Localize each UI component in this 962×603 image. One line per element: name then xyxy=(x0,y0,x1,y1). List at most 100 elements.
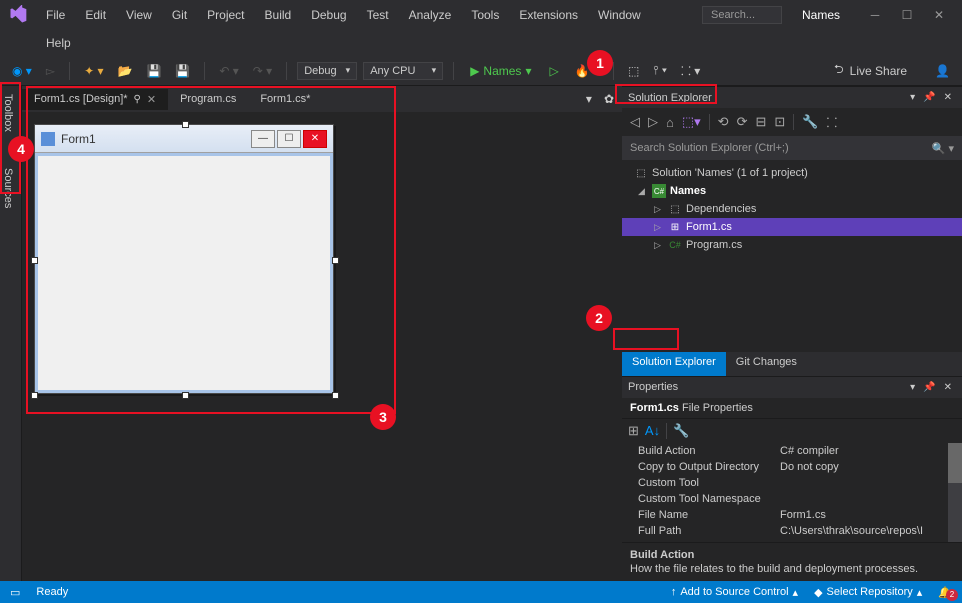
se-tab-git[interactable]: Git Changes xyxy=(726,352,807,376)
resize-handle[interactable] xyxy=(31,392,38,399)
minimize-button[interactable]: ─ xyxy=(860,5,890,25)
start-nodebug-button[interactable]: ▷ xyxy=(543,62,564,80)
save-button[interactable]: 💾 xyxy=(142,62,165,80)
config-dropdown[interactable]: Debug xyxy=(297,62,357,80)
doc-tab-program[interactable]: Program.cs xyxy=(168,89,248,109)
props-pages-button[interactable]: 🔧 xyxy=(673,423,689,439)
solution-explorer-header[interactable]: Solution Explorer ▾ 📌 ✕ xyxy=(622,86,962,108)
menu-git[interactable]: Git xyxy=(164,4,195,26)
add-source-control-button[interactable]: ↑ Add to Source Control ▴ xyxy=(671,586,798,599)
scrollbar-thumb[interactable] xyxy=(948,443,962,483)
menu-build[interactable]: Build xyxy=(257,4,300,26)
account-button[interactable]: 👤 xyxy=(931,62,954,80)
props-dropdown-button[interactable]: ▾ xyxy=(906,382,919,393)
close-tab-icon[interactable]: ✕ xyxy=(147,93,156,106)
se-sync-button[interactable]: ⟲ xyxy=(718,114,729,130)
form1-titlebar[interactable]: Form1 — ☐ ✕ xyxy=(35,125,333,153)
se-show-all-button[interactable]: ⊡ xyxy=(774,114,785,130)
prop-copy-output[interactable]: Copy to Output Directory Do not copy xyxy=(622,459,962,475)
menu-extensions[interactable]: Extensions xyxy=(511,4,586,26)
prop-custom-tool[interactable]: Custom Tool xyxy=(622,475,962,491)
categorized-button[interactable]: ⊞ xyxy=(628,423,639,439)
expand-arrow[interactable]: ▷ xyxy=(654,204,664,215)
toolbox-tab[interactable]: Toolbox xyxy=(0,86,16,140)
prop-custom-tool-ns[interactable]: Custom Tool Namespace xyxy=(622,491,962,507)
doc-tab-form1-cs[interactable]: Form1.cs* xyxy=(248,89,322,109)
props-scrollbar[interactable] xyxy=(948,443,962,543)
se-preview-button[interactable]: ⸬ xyxy=(826,113,837,131)
resize-handle[interactable] xyxy=(332,257,339,264)
new-item-button[interactable]: ✦ ▾ xyxy=(80,62,107,80)
menu-edit[interactable]: Edit xyxy=(77,4,114,26)
form-body[interactable] xyxy=(35,153,333,393)
resize-handle[interactable] xyxy=(182,121,189,128)
menu-debug[interactable]: Debug xyxy=(303,4,354,26)
tb-icon3[interactable]: ⸬ ▾ xyxy=(677,60,704,81)
se-back-button[interactable]: ◁ xyxy=(630,114,640,130)
doc-tab-form1-design[interactable]: Form1.cs [Design]* ⚲ ✕ xyxy=(22,89,168,110)
se-close-button[interactable]: ✕ xyxy=(940,92,956,103)
undo-button[interactable]: ↶ ▾ xyxy=(215,62,242,80)
nav-back-button[interactable]: ◉ ▾ xyxy=(8,62,36,80)
output-icon[interactable]: ▭ xyxy=(10,586,20,599)
se-properties-button[interactable]: 🔧 xyxy=(802,114,818,130)
tree-solution[interactable]: ⬚ Solution 'Names' (1 of 1 project) xyxy=(622,164,962,182)
se-collapse-button[interactable]: ⊟ xyxy=(755,114,766,130)
redo-button[interactable]: ↷ ▾ xyxy=(249,62,276,80)
se-switch-views-button[interactable]: ⬚▾ xyxy=(682,114,701,130)
tb-icon2[interactable]: ⫯ ▾ xyxy=(649,61,671,80)
props-object-selector[interactable]: Form1.cs File Properties xyxy=(622,398,962,419)
liveshare-button[interactable]: ⮌ Live Share xyxy=(826,58,915,83)
tree-form1[interactable]: ▷ ⊞ Form1.cs xyxy=(622,218,962,236)
se-search-input[interactable]: Search Solution Explorer (Ctrl+;) 🔍 ▾ xyxy=(622,136,962,160)
se-dropdown-button[interactable]: ▾ xyxy=(906,92,919,103)
form-designer[interactable]: Form1 — ☐ ✕ xyxy=(22,112,622,581)
start-debug-button[interactable]: ▶ Names ▾ xyxy=(464,62,537,80)
platform-dropdown[interactable]: Any CPU xyxy=(363,62,443,80)
form1-window[interactable]: Form1 — ☐ ✕ xyxy=(34,124,334,394)
tb-icon1[interactable]: ⬚ xyxy=(624,62,643,80)
properties-header[interactable]: Properties ▾ 📌 ✕ xyxy=(622,376,962,398)
se-fwd-button[interactable]: ▷ xyxy=(648,114,658,130)
menu-test[interactable]: Test xyxy=(359,4,397,26)
prop-build-action[interactable]: Build Action C# compiler xyxy=(622,443,962,459)
expand-arrow[interactable]: ▷ xyxy=(654,222,664,233)
menu-analyze[interactable]: Analyze xyxy=(401,4,460,26)
prop-full-path[interactable]: Full Path C:\Users\thrak\source\repos\I xyxy=(622,523,962,539)
tree-project[interactable]: ◢ C# Names xyxy=(622,182,962,200)
se-pin-button[interactable]: 📌 xyxy=(919,92,939,103)
resize-handle[interactable] xyxy=(332,392,339,399)
alphabetical-button[interactable]: A↓ xyxy=(645,423,660,438)
menu-project[interactable]: Project xyxy=(199,4,252,26)
notifications-button[interactable]: 🔔 xyxy=(938,586,952,599)
tab-settings-button[interactable]: ✿ xyxy=(600,90,618,108)
se-tab-explorer[interactable]: Solution Explorer xyxy=(622,352,726,376)
menu-file[interactable]: File xyxy=(38,4,73,26)
tab-overflow-button[interactable]: ▾ xyxy=(582,90,596,108)
tree-dependencies[interactable]: ▷ ⬚ Dependencies xyxy=(622,200,962,218)
prop-file-name[interactable]: File Name Form1.cs xyxy=(622,507,962,523)
tree-program[interactable]: ▷ C# Program.cs xyxy=(622,236,962,254)
expand-arrow[interactable]: ◢ xyxy=(638,186,648,197)
menu-view[interactable]: View xyxy=(118,4,160,26)
menu-tools[interactable]: Tools xyxy=(463,4,507,26)
se-refresh-button[interactable]: ⟳ xyxy=(737,114,748,130)
menu-window[interactable]: Window xyxy=(590,4,649,26)
data-sources-tab[interactable]: Sources xyxy=(0,160,16,216)
props-pin-button[interactable]: 📌 xyxy=(919,382,939,393)
pin-icon[interactable]: ⚲ xyxy=(134,94,141,105)
open-button[interactable]: 📂 xyxy=(113,62,136,80)
maximize-button[interactable]: ☐ xyxy=(892,5,922,25)
save-all-button[interactable]: 💾 xyxy=(171,62,194,80)
close-button[interactable]: ✕ xyxy=(924,5,954,25)
se-home-button[interactable]: ⌂ xyxy=(666,115,674,130)
resize-handle[interactable] xyxy=(31,257,38,264)
select-repo-button[interactable]: ◆ Select Repository ▴ xyxy=(814,586,922,599)
expand-arrow[interactable]: ▷ xyxy=(654,240,664,251)
props-close-button[interactable]: ✕ xyxy=(940,382,956,393)
search-input[interactable]: Search... xyxy=(702,6,782,24)
nav-fwd-button[interactable]: ▻ xyxy=(42,62,59,80)
hot-reload-button[interactable]: 🔥 ▾ xyxy=(571,62,603,80)
properties-grid[interactable]: Build Action C# compiler Copy to Output … xyxy=(622,443,962,543)
resize-handle[interactable] xyxy=(182,392,189,399)
